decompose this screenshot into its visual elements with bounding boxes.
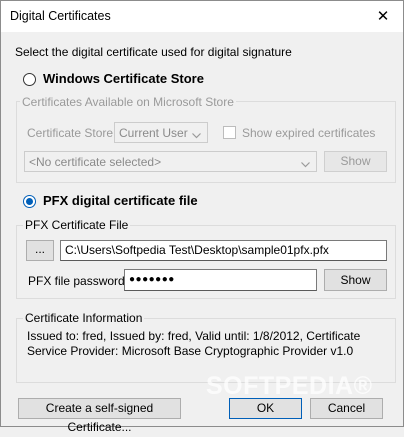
certificate-store-select[interactable]: Current User — [114, 122, 208, 143]
pfx-file-radio[interactable] — [23, 195, 36, 208]
pfx-file-path-input[interactable]: C:\Users\Softpedia Test\Desktop\sample01… — [60, 240, 387, 261]
digital-certificates-dialog: Digital Certificates ✕ Select the digita… — [0, 0, 404, 434]
certificate-select-value: <No certificate selected> — [29, 155, 162, 169]
close-button[interactable]: ✕ — [363, 1, 403, 32]
certificate-store-label: Certificate Store: — [27, 126, 117, 140]
window-title: Digital Certificates — [10, 9, 111, 23]
pfx-password-input[interactable]: ●●●●●●● — [124, 269, 317, 291]
windows-store-radio[interactable] — [23, 73, 36, 86]
certificate-info-group-title: Certificate Information — [23, 311, 145, 325]
ok-button[interactable]: OK — [229, 398, 302, 419]
pfx-group-title: PFX Certificate File — [23, 218, 131, 232]
show-pfx-certificate-button[interactable]: Show — [324, 269, 387, 291]
certificate-store-value: Current User — [119, 126, 188, 140]
certificate-info-text: Issued to: fred, Issued by: fred, Valid … — [27, 329, 361, 358]
pfx-password-label: PFX file password: — [28, 274, 129, 288]
browse-button[interactable]: ... — [26, 240, 54, 261]
pfx-file-radio-label[interactable]: PFX digital certificate file — [43, 193, 198, 208]
certificate-select[interactable]: <No certificate selected> — [24, 151, 317, 172]
windows-store-radio-label[interactable]: Windows Certificate Store — [43, 71, 204, 86]
create-self-signed-button[interactable]: Create a self-signed Certificate... — [18, 398, 181, 434]
windows-store-group-title: Certificates Available on Microsoft Stor… — [20, 95, 236, 109]
chevron-down-icon — [192, 128, 201, 142]
close-icon: ✕ — [376, 8, 390, 25]
softpedia-watermark: SOFTPEDIA® — [206, 372, 373, 400]
show-store-certificate-button[interactable]: Show — [324, 151, 387, 172]
show-expired-checkbox[interactable] — [223, 126, 236, 139]
cancel-button[interactable]: Cancel — [310, 398, 383, 419]
title-bar: Digital Certificates ✕ — [1, 1, 403, 32]
show-expired-label: Show expired certificates — [242, 126, 376, 140]
chevron-down-icon — [301, 157, 310, 171]
instruction-text: Select the digital certificate used for … — [15, 45, 292, 59]
